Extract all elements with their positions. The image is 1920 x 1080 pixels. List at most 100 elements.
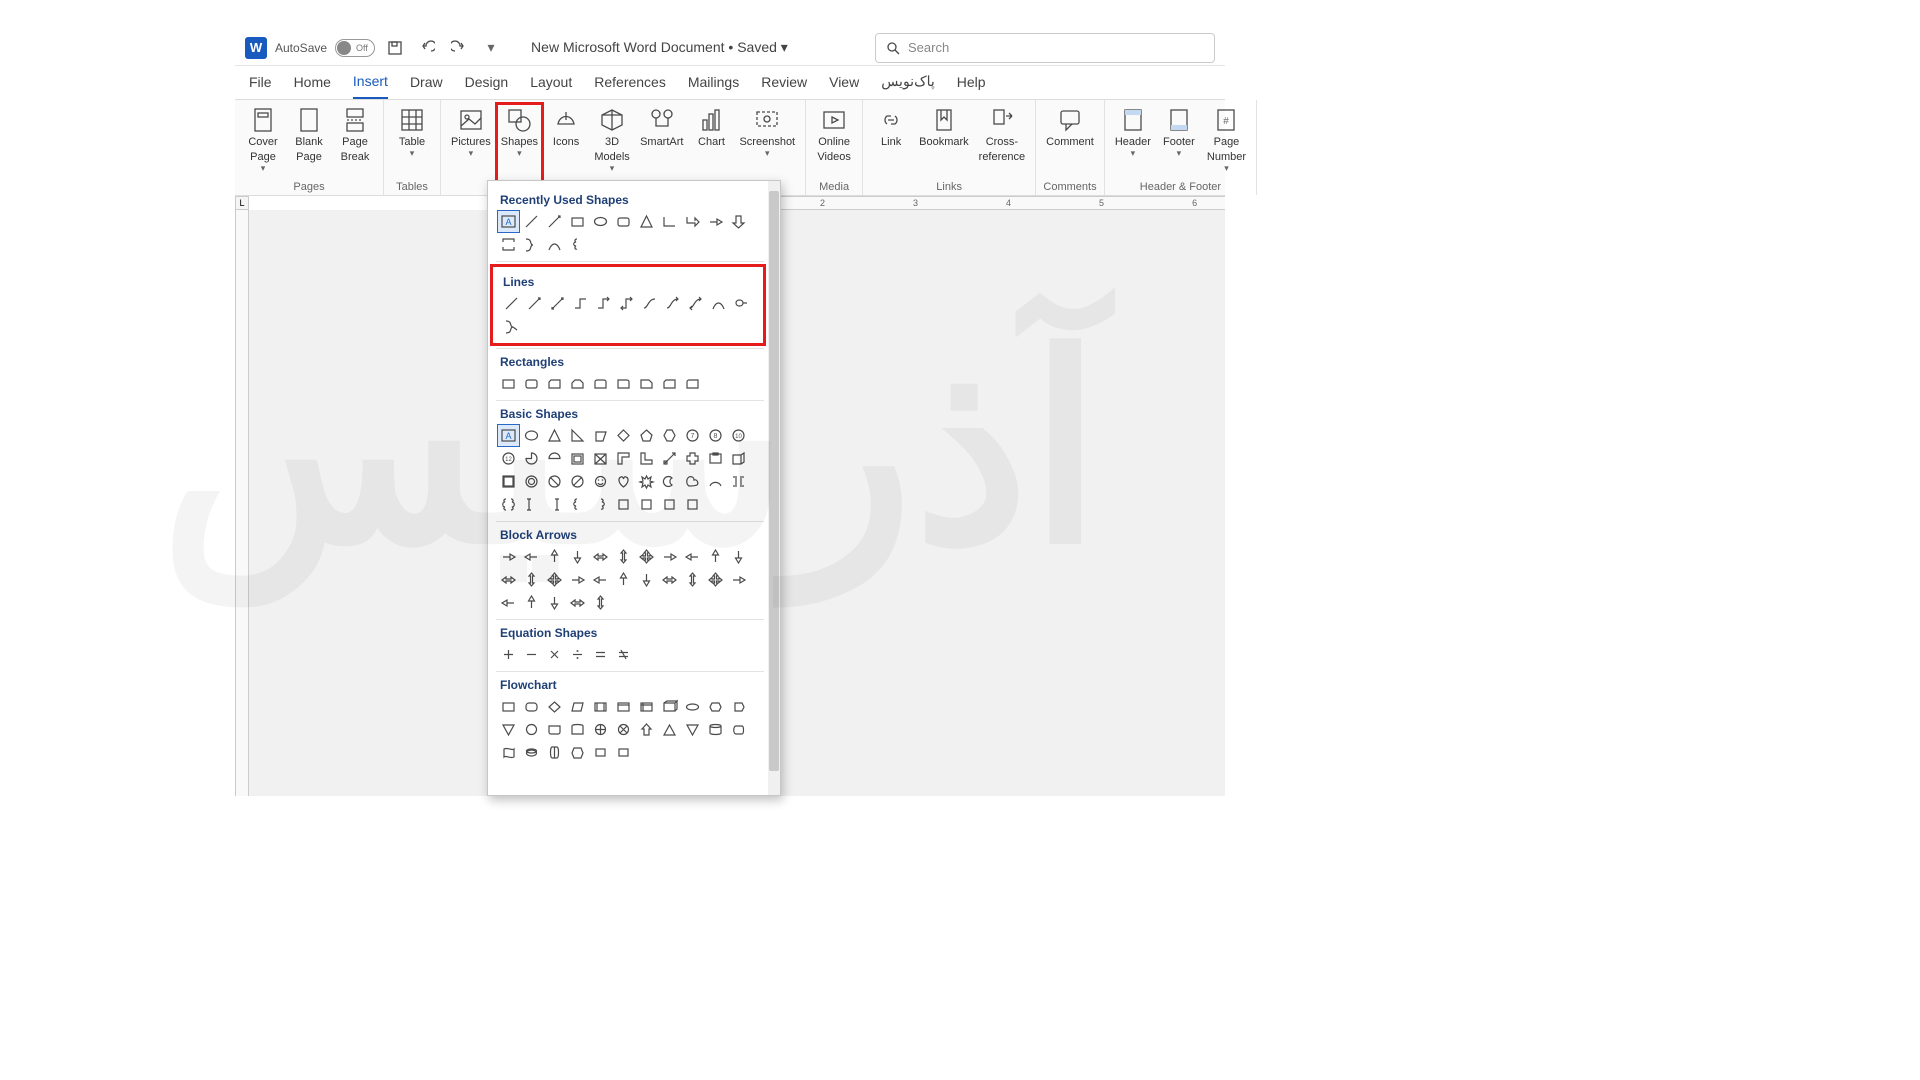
- shape-equation-0[interactable]: [498, 644, 519, 665]
- tab-پاک‌نویس[interactable]: پاک‌نویس: [881, 73, 935, 98]
- tab-home[interactable]: Home: [294, 74, 331, 98]
- link-button[interactable]: Link: [869, 104, 913, 179]
- shape-arrows-10[interactable]: [728, 546, 749, 567]
- shape-recent-1[interactable]: [521, 211, 542, 232]
- shape-flowchart-11[interactable]: [498, 719, 519, 740]
- shape-recent-6[interactable]: [636, 211, 657, 232]
- shape-recent-13[interactable]: [544, 234, 565, 255]
- shape-arrows-21[interactable]: [728, 569, 749, 590]
- shape-basic-41[interactable]: [682, 494, 703, 515]
- cross-reference-button[interactable]: Cross-reference: [975, 104, 1029, 179]
- shape-basic-1[interactable]: [521, 425, 542, 446]
- shape-arrows-4[interactable]: [590, 546, 611, 567]
- shape-arrows-24[interactable]: [544, 592, 565, 613]
- page-break-button[interactable]: PageBreak: [333, 104, 377, 179]
- shape-flowchart-16[interactable]: [613, 719, 634, 740]
- blank-page-button[interactable]: BlankPage: [287, 104, 331, 179]
- shape-flowchart-24[interactable]: [544, 742, 565, 763]
- tab-insert[interactable]: Insert: [353, 73, 388, 99]
- shape-arrows-7[interactable]: [659, 546, 680, 567]
- shape-recent-12[interactable]: [521, 234, 542, 255]
- shape-basic-6[interactable]: [636, 425, 657, 446]
- shape-flowchart-21[interactable]: [728, 719, 749, 740]
- shape-flowchart-19[interactable]: [682, 719, 703, 740]
- footer-button[interactable]: Footer▾: [1157, 104, 1201, 179]
- shape-lines-7[interactable]: [662, 293, 683, 314]
- shape-arrows-16[interactable]: [613, 569, 634, 590]
- shape-flowchart-8[interactable]: [682, 696, 703, 717]
- shape-basic-39[interactable]: [636, 494, 657, 515]
- shape-basic-31[interactable]: [705, 471, 726, 492]
- shape-flowchart-4[interactable]: [590, 696, 611, 717]
- shape-recent-7[interactable]: [659, 211, 680, 232]
- shape-flowchart-14[interactable]: [567, 719, 588, 740]
- shape-arrows-20[interactable]: [705, 569, 726, 590]
- shape-basic-23[interactable]: [521, 471, 542, 492]
- shape-flowchart-2[interactable]: [544, 696, 565, 717]
- shape-arrows-22[interactable]: [498, 592, 519, 613]
- shape-flowchart-3[interactable]: [567, 696, 588, 717]
- shape-arrows-12[interactable]: [521, 569, 542, 590]
- tab-design[interactable]: Design: [465, 74, 509, 98]
- tab-help[interactable]: Help: [957, 74, 986, 98]
- shape-flowchart-12[interactable]: [521, 719, 542, 740]
- shape-flowchart-7[interactable]: [659, 696, 680, 717]
- shape-basic-5[interactable]: [613, 425, 634, 446]
- shape-equation-2[interactable]: [544, 644, 565, 665]
- shape-arrows-25[interactable]: [567, 592, 588, 613]
- tab-review[interactable]: Review: [761, 74, 807, 98]
- table-button[interactable]: Table▾: [390, 104, 434, 179]
- shape-arrows-26[interactable]: [590, 592, 611, 613]
- tab-layout[interactable]: Layout: [530, 74, 572, 98]
- shape-lines-4[interactable]: [593, 293, 614, 314]
- shape-recent-10[interactable]: [728, 211, 749, 232]
- shape-basic-38[interactable]: [613, 494, 634, 515]
- shape-basic-17[interactable]: [636, 448, 657, 469]
- shape-rectangles-5[interactable]: [613, 373, 634, 394]
- shape-basic-18[interactable]: [659, 448, 680, 469]
- shape-basic-36[interactable]: [567, 494, 588, 515]
- undo-icon[interactable]: [415, 36, 439, 60]
- header-button[interactable]: Header▾: [1111, 104, 1155, 179]
- online-videos-button[interactable]: OnlineVideos: [812, 104, 856, 179]
- shape-basic-19[interactable]: [682, 448, 703, 469]
- shape-recent-8[interactable]: [682, 211, 703, 232]
- shape-recent-5[interactable]: [613, 211, 634, 232]
- shape-recent-4[interactable]: [590, 211, 611, 232]
- shape-lines-8[interactable]: [685, 293, 706, 314]
- shape-basic-29[interactable]: [659, 471, 680, 492]
- shape-flowchart-9[interactable]: [705, 696, 726, 717]
- shape-basic-37[interactable]: [590, 494, 611, 515]
- shape-basic-0[interactable]: A: [498, 425, 519, 446]
- cover-page-button[interactable]: CoverPage▾: [241, 104, 285, 179]
- shape-basic-33[interactable]: [498, 494, 519, 515]
- 3d-models-button[interactable]: 3DModels▾: [590, 104, 634, 191]
- shape-equation-4[interactable]: [590, 644, 611, 665]
- shape-basic-13[interactable]: [544, 448, 565, 469]
- shape-arrows-0[interactable]: [498, 546, 519, 567]
- shape-arrows-1[interactable]: [521, 546, 542, 567]
- shape-equation-3[interactable]: [567, 644, 588, 665]
- shape-rectangles-0[interactable]: [498, 373, 519, 394]
- shape-lines-11[interactable]: [501, 316, 522, 337]
- shape-flowchart-26[interactable]: [590, 742, 611, 763]
- shape-basic-15[interactable]: [590, 448, 611, 469]
- shape-rectangles-7[interactable]: [659, 373, 680, 394]
- shape-lines-10[interactable]: [731, 293, 752, 314]
- shape-basic-20[interactable]: [705, 448, 726, 469]
- shape-basic-4[interactable]: [590, 425, 611, 446]
- shape-lines-6[interactable]: [639, 293, 660, 314]
- shape-lines-1[interactable]: [524, 293, 545, 314]
- customize-qat-icon[interactable]: ▾: [479, 36, 503, 60]
- shape-flowchart-20[interactable]: [705, 719, 726, 740]
- shape-basic-32[interactable]: [728, 471, 749, 492]
- shape-basic-16[interactable]: [613, 448, 634, 469]
- page-number-button[interactable]: #PageNumber▾: [1203, 104, 1250, 179]
- shape-flowchart-1[interactable]: [521, 696, 542, 717]
- tab-draw[interactable]: Draw: [410, 74, 443, 98]
- shape-flowchart-18[interactable]: [659, 719, 680, 740]
- shape-basic-27[interactable]: [613, 471, 634, 492]
- shape-arrows-19[interactable]: [682, 569, 703, 590]
- shape-flowchart-17[interactable]: [636, 719, 657, 740]
- shape-equation-5[interactable]: [613, 644, 634, 665]
